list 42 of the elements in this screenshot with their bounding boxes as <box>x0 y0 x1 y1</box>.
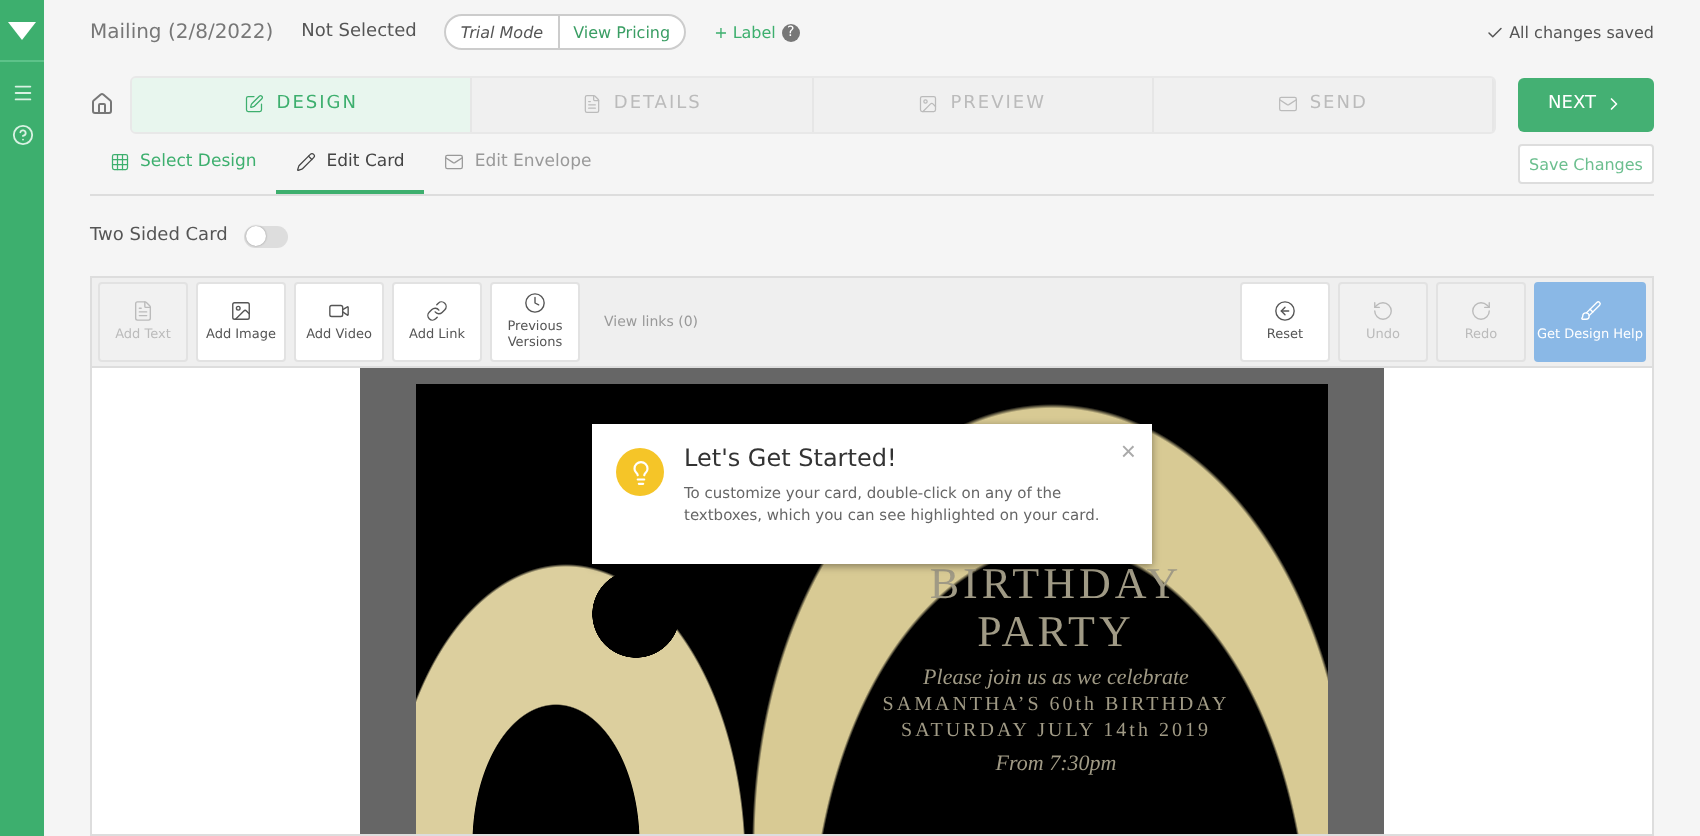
close-button[interactable]: × <box>1120 436 1136 466</box>
popup-title: Let's Get Started! <box>684 444 899 472</box>
undo-icon <box>1372 300 1394 323</box>
card-text: PARTY <box>977 608 1135 656</box>
logo-icon <box>8 21 36 39</box>
trial-mode-label: Trial Mode <box>446 16 560 48</box>
help-icon[interactable] <box>11 124 33 146</box>
reset-icon <box>1274 300 1296 323</box>
sub-tab[interactable]: Select Design <box>90 134 277 194</box>
card-text: Please join us as we celebrate <box>923 666 1189 690</box>
link-icon <box>426 300 448 323</box>
two-sided-toggle[interactable] <box>243 225 288 247</box>
edit-icon <box>244 94 265 114</box>
brush-icon <box>1579 300 1601 323</box>
grid-icon <box>110 152 130 172</box>
menu-icon[interactable] <box>11 82 33 104</box>
video-icon <box>328 300 350 323</box>
image-icon <box>918 94 939 114</box>
check-icon <box>1485 23 1504 41</box>
add-label-link[interactable]: + Label <box>714 23 776 41</box>
view-pricing-link[interactable]: View Pricing <box>559 16 685 48</box>
card-text: SATURDAY JULY 14th 2019 <box>901 720 1211 742</box>
mailing-title: Mailing (2/8/2022) <box>90 21 274 43</box>
sub-tab[interactable]: Edit Card <box>276 134 425 194</box>
card-text: From 7:30pm <box>995 752 1117 776</box>
image-icon <box>230 300 252 323</box>
mail-icon <box>444 152 465 172</box>
redo-icon <box>1470 300 1492 323</box>
two-sided-label: Two Sided Card <box>90 226 228 246</box>
card-text: SAMANTHA’S 60th BIRTHDAY <box>882 694 1230 716</box>
save-changes-button[interactable]: Save Changes <box>1518 144 1654 184</box>
status-text: Not Selected <box>301 22 417 42</box>
lightbulb-icon <box>616 448 664 496</box>
file-icon <box>132 300 154 323</box>
pencil-icon <box>296 152 317 172</box>
home-icon[interactable] <box>90 92 114 116</box>
next-button[interactable]: NEXT <box>1518 77 1654 131</box>
clock-icon <box>524 292 546 315</box>
saved-status: All changes saved <box>1509 23 1654 41</box>
mail-icon <box>1277 94 1298 114</box>
file-icon <box>581 94 602 114</box>
step-tab[interactable]: DESIGN <box>132 77 473 131</box>
